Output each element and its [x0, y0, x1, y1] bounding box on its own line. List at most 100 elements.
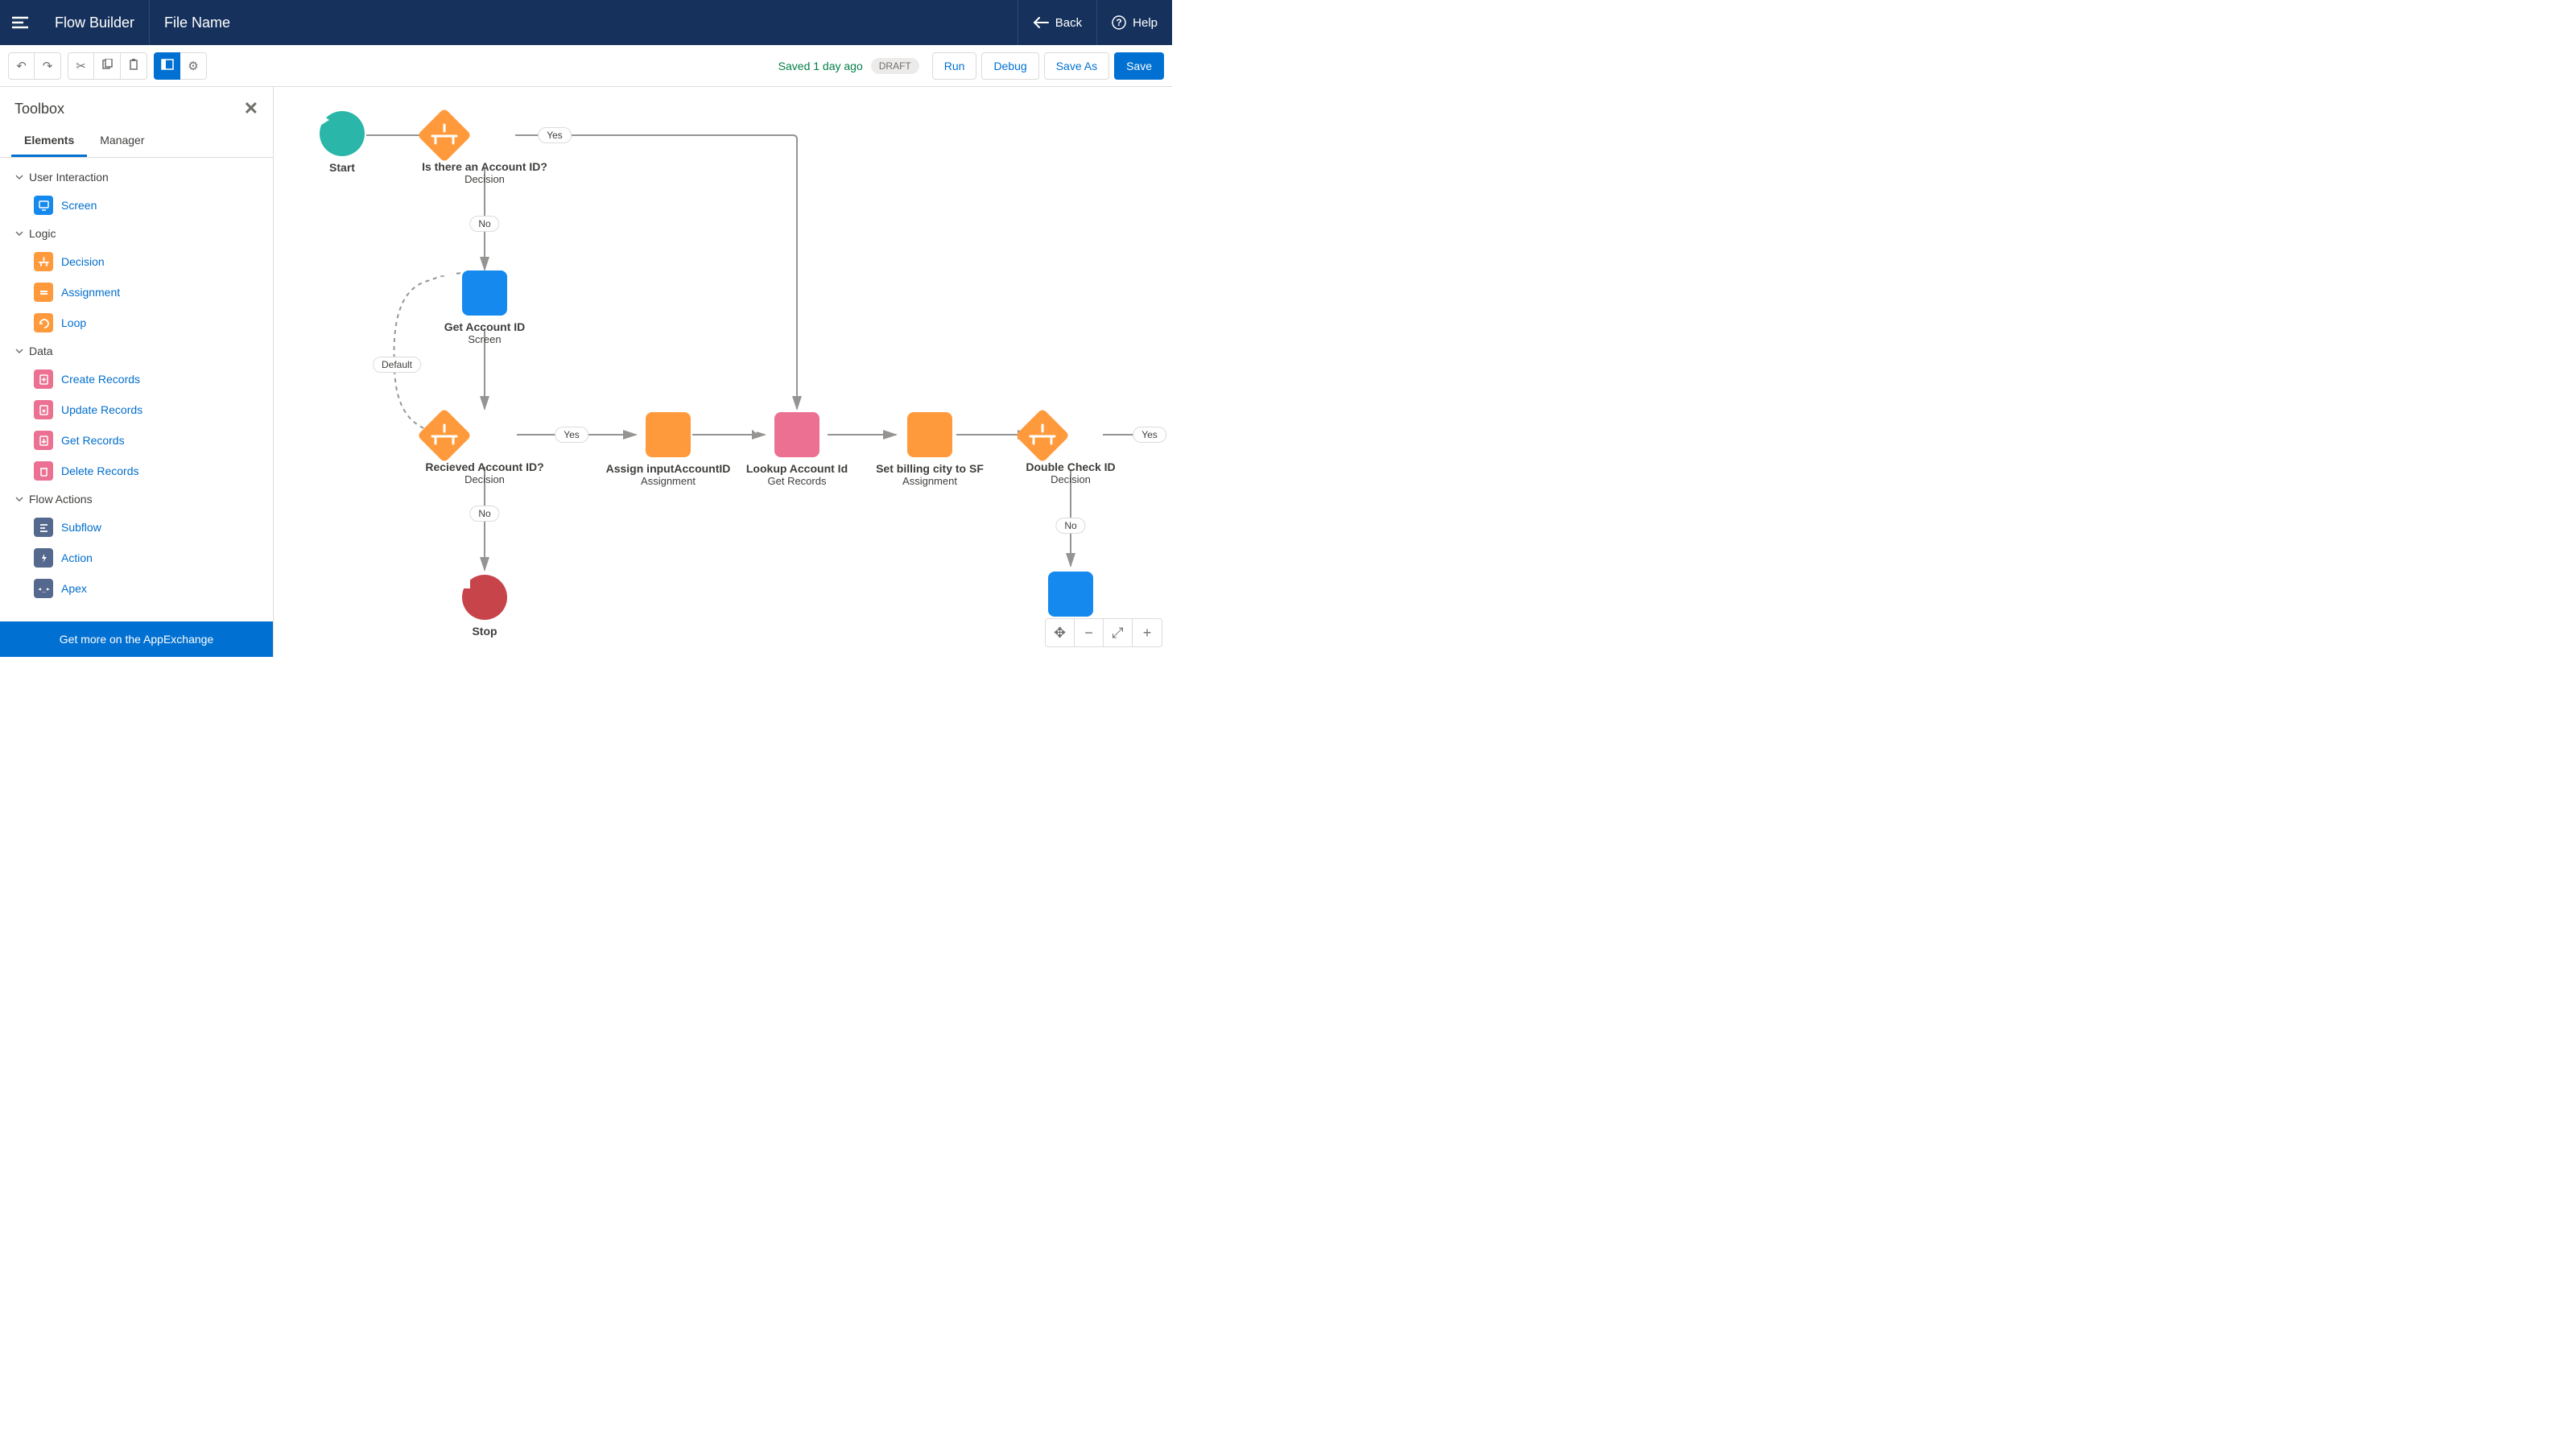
- copy-button[interactable]: [94, 52, 121, 80]
- panel-toggle-button[interactable]: [154, 52, 180, 80]
- app-logo-icon: [0, 0, 40, 45]
- chevron-down-icon: [14, 346, 24, 356]
- debug-button[interactable]: Debug: [981, 52, 1038, 80]
- edge-label-yes-2: Yes: [555, 427, 588, 443]
- palette-item-decision[interactable]: Decision: [0, 246, 273, 277]
- fit-icon: ⤢: [1112, 625, 1123, 642]
- node-decision-account-id[interactable]: Is there an Account ID? Decision: [416, 107, 553, 185]
- close-toolbox-button[interactable]: ✕: [244, 98, 258, 119]
- palette-item-create-records[interactable]: Create Records: [0, 364, 273, 394]
- toolbar: ↶ ↷ ✂ ⚙ Saved 1 day ago DRAFT Run Debug …: [0, 45, 1172, 87]
- pan-button[interactable]: ✥: [1046, 619, 1075, 646]
- play-icon: [314, 111, 332, 129]
- node-decision-received[interactable]: Recieved Account ID? Decision: [416, 407, 553, 485]
- assign-icon: [34, 283, 53, 302]
- decision-icon: [460, 107, 509, 155]
- scissors-icon: ✂: [76, 59, 86, 73]
- palette-item-subflow[interactable]: Subflow: [0, 512, 273, 543]
- undo-button[interactable]: ↶: [8, 52, 35, 80]
- draft-badge: DRAFT: [871, 58, 919, 74]
- screen-icon: [462, 270, 507, 316]
- panel-icon: [161, 59, 174, 73]
- stop-icon: [462, 575, 507, 620]
- node-start[interactable]: Start: [314, 111, 370, 174]
- update-icon: [34, 400, 53, 419]
- node-stop[interactable]: Stop: [456, 575, 513, 638]
- paste-button[interactable]: [121, 52, 147, 80]
- svg-text:?: ?: [1116, 17, 1121, 28]
- copy-icon: [101, 59, 113, 73]
- action-icon: [34, 548, 53, 568]
- saveas-button[interactable]: Save As: [1044, 52, 1109, 80]
- back-button[interactable]: Back: [1018, 0, 1096, 45]
- loop-icon: [34, 313, 53, 332]
- chevron-down-icon: [14, 172, 24, 182]
- palette-item-screen[interactable]: Screen: [0, 190, 273, 221]
- create-icon: [34, 369, 53, 389]
- zoom-fit-button[interactable]: ⤢: [1104, 619, 1133, 646]
- settings-button[interactable]: ⚙: [180, 52, 207, 80]
- category-flow-actions[interactable]: Flow Actions: [0, 486, 273, 512]
- zoom-in-button[interactable]: +: [1133, 619, 1162, 646]
- undo-icon: ↶: [16, 59, 27, 73]
- redo-button[interactable]: ↷: [35, 52, 61, 80]
- zoom-controls: ✥ − ⤢ +: [1045, 618, 1162, 647]
- appexchange-link[interactable]: Get more on the AppExchange: [0, 621, 273, 657]
- chevron-down-icon: [14, 494, 24, 504]
- get-icon: [34, 431, 53, 450]
- minus-icon: −: [1084, 625, 1093, 642]
- category-user-interaction[interactable]: User Interaction: [0, 164, 273, 190]
- node-assign-input[interactable]: Assign inputAccountID Assignment: [596, 412, 741, 487]
- edge-label-no-1: No: [469, 216, 499, 232]
- palette-item-update-records[interactable]: Update Records: [0, 394, 273, 425]
- assignment-icon: [907, 412, 952, 457]
- toolbox-title: Toolbox: [14, 101, 64, 118]
- screen-icon: [34, 196, 53, 215]
- palette-item-loop[interactable]: Loop: [0, 308, 273, 338]
- node-screen-get-account[interactable]: Get Account ID Screen: [435, 270, 535, 345]
- palette-item-assignment[interactable]: Assignment: [0, 277, 273, 308]
- edge-label-no-3: No: [1055, 518, 1085, 534]
- plus-icon: +: [1143, 625, 1152, 642]
- zoom-out-button[interactable]: −: [1075, 619, 1104, 646]
- palette-item-action[interactable]: Action: [0, 543, 273, 573]
- toolbox-tabs: Elements Manager: [0, 126, 273, 158]
- flow-canvas[interactable]: Yes No Default Yes No Yes No Start Is th…: [274, 87, 1172, 657]
- run-button[interactable]: Run: [932, 52, 977, 80]
- tab-manager[interactable]: Manager: [87, 126, 157, 157]
- app-title: Flow Builder: [40, 0, 150, 45]
- apex-icon: _: [34, 579, 53, 598]
- edge-label-default: Default: [373, 357, 421, 373]
- file-name: File Name: [150, 14, 245, 31]
- saved-status: Saved 1 day ago: [778, 60, 863, 72]
- svg-text:_: _: [41, 587, 45, 592]
- cut-button[interactable]: ✂: [68, 52, 94, 80]
- lookup-icon: [774, 412, 819, 457]
- palette-item-apex[interactable]: _Apex: [0, 573, 273, 604]
- decision-icon: [34, 252, 53, 271]
- palette-item-get-records[interactable]: Get Records: [0, 425, 273, 456]
- redo-icon: ↷: [43, 59, 53, 73]
- tab-elements[interactable]: Elements: [11, 126, 87, 157]
- chevron-down-icon: [14, 229, 24, 238]
- subflow-icon: [34, 518, 53, 537]
- delete-icon: [34, 461, 53, 481]
- help-icon: ?: [1112, 15, 1126, 30]
- help-button[interactable]: ? Help: [1096, 0, 1172, 45]
- app-header: Flow Builder File Name Back ? Help: [0, 0, 1172, 45]
- arrow-left-icon: [1033, 17, 1049, 28]
- toolbox-list: User InteractionScreenLogicDecisionAssig…: [0, 158, 273, 621]
- screen-icon: [1048, 572, 1093, 617]
- clipboard-icon: [128, 59, 139, 73]
- decision-icon: [460, 407, 509, 456]
- category-logic[interactable]: Logic: [0, 221, 273, 246]
- palette-item-delete-records[interactable]: Delete Records: [0, 456, 273, 486]
- toolbox-panel: Toolbox ✕ Elements Manager User Interact…: [0, 87, 274, 657]
- category-data[interactable]: Data: [0, 338, 273, 364]
- node-lookup-account[interactable]: Lookup Account Id Get Records: [737, 412, 857, 487]
- edge-label-yes-3: Yes: [1133, 427, 1166, 443]
- save-button[interactable]: Save: [1114, 52, 1164, 80]
- node-assign-billing[interactable]: Set billing city to SF Assignment: [865, 412, 994, 487]
- node-decision-double-check[interactable]: Double Check ID Decision: [1014, 407, 1127, 485]
- gear-icon: ⚙: [188, 59, 198, 73]
